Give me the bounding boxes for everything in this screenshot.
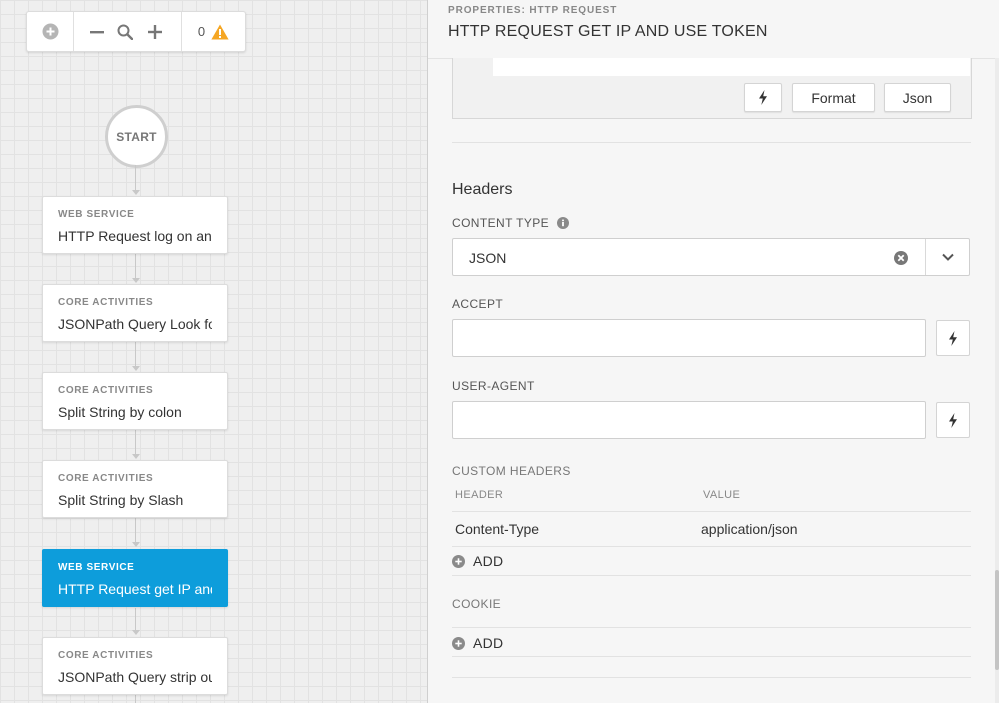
connector-arrow [132,190,140,195]
properties-panel: PROPERTIES: HTTP REQUEST HTTP REQUEST GE… [427,0,999,703]
flow-node-jsonpath-strip[interactable]: CORE ACTIVITIES JSONPath Query strip ou.… [42,637,228,695]
flow-node-split-colon[interactable]: CORE ACTIVITIES Split String by colon [42,372,228,430]
connector-line [135,430,136,455]
connector-arrow [132,366,140,371]
panel-title: HTTP REQUEST GET IP AND USE TOKEN [448,23,768,40]
add-circle-icon [452,554,465,568]
zoom-out-button[interactable] [84,12,110,51]
magnifier-icon [117,24,133,40]
start-label: START [116,129,157,144]
connector-line [135,342,136,367]
format-button[interactable]: Format [792,83,875,112]
section-divider [452,142,971,143]
lightning-icon [949,412,957,428]
column-header-header: HEADER [455,489,504,501]
node-category: WEB SERVICE [58,209,135,220]
accept-label: ACCEPT [452,297,504,311]
table-divider [452,511,971,512]
plus-icon [148,24,162,39]
node-category: CORE ACTIVITIES [58,297,154,308]
connector-arrow [132,542,140,547]
node-category: WEB SERVICE [58,562,135,573]
lightning-icon [759,90,767,105]
custom-header-value: application/json [701,521,798,537]
node-name: JSONPath Query strip ou... [58,669,212,685]
user-agent-variable-button[interactable] [936,402,970,438]
cookie-label: COOKIE [452,597,502,611]
node-category: CORE ACTIVITIES [58,650,154,661]
accept-input[interactable] [452,319,926,357]
content-type-value: JSON [469,250,507,266]
connector-line [135,695,136,703]
flow-node-http-request-get-ip[interactable]: WEB SERVICE HTTP Request get IP and ... [42,549,228,607]
zoom-in-button[interactable] [140,12,170,51]
accept-variable-button[interactable] [936,320,970,356]
add-circle-button[interactable] [27,12,73,51]
lightning-icon [949,330,957,346]
headers-section-title: Headers [452,181,513,198]
node-category: CORE ACTIVITIES [58,473,154,484]
minus-icon [90,30,104,33]
json-button[interactable]: Json [884,83,951,112]
panel-kicker: PROPERTIES: HTTP REQUEST [448,5,618,16]
zoom-reset-button[interactable] [110,12,140,51]
content-type-label-text: CONTENT TYPE [452,216,550,230]
add-label: ADD [473,553,504,569]
node-name: Split String by Slash [58,492,184,508]
connector-line [135,254,136,279]
connector-line [135,608,136,631]
node-name: Split String by colon [58,404,182,420]
table-divider [452,575,971,576]
panel-header: PROPERTIES: HTTP REQUEST HTTP REQUEST GE… [428,0,999,59]
body-variable-button[interactable] [744,83,782,112]
connector-line [135,165,136,191]
add-cookie-button[interactable]: ADD [452,635,503,651]
add-custom-header-button[interactable]: ADD [452,553,503,569]
content-type-select[interactable]: JSON [452,238,970,276]
toolbar-divider [73,12,74,51]
flow-node-jsonpath-look-for[interactable]: CORE ACTIVITIES JSONPath Query Look for.… [42,284,228,342]
flow-canvas[interactable]: 0 START WEB SERVICE HTTP Request log on … [0,0,427,703]
warnings-button[interactable]: 0 [182,12,245,51]
custom-header-name: Content-Type [455,521,540,537]
node-name: HTTP Request log on and ... [58,228,212,244]
connector-arrow [132,630,140,635]
node-category: CORE ACTIVITIES [58,385,154,396]
add-circle-icon [452,636,465,650]
add-circle-icon [42,23,58,40]
custom-headers-label: CUSTOM HEADERS [452,464,571,478]
connector-line [135,518,136,543]
table-divider [452,656,971,657]
panel-scrollbar-thumb[interactable] [995,570,999,670]
flow-node-http-request-log-on[interactable]: WEB SERVICE HTTP Request log on and ... [42,196,228,254]
info-icon[interactable] [557,217,570,229]
section-divider [452,677,971,678]
flow-node-split-slash[interactable]: CORE ACTIVITIES Split String by Slash [42,460,228,518]
warning-icon [211,24,229,39]
node-name: HTTP Request get IP and ... [58,581,212,597]
content-type-dropdown-button[interactable] [926,239,970,275]
user-agent-label: USER-AGENT [452,379,535,393]
column-header-value: VALUE [703,489,741,501]
clear-selection-icon[interactable] [894,251,908,270]
chevron-down-icon [942,253,954,261]
content-type-label: CONTENT TYPE [452,216,570,230]
canvas-toolbar: 0 [26,11,246,52]
connector-arrow [132,278,140,283]
connector-arrow [132,454,140,459]
body-editor-textarea[interactable] [493,58,970,76]
node-name: JSONPath Query Look for... [58,316,212,332]
warning-count: 0 [197,24,206,39]
start-node[interactable]: START [105,105,168,168]
user-agent-input[interactable] [452,401,926,439]
table-divider [452,627,971,628]
table-divider [452,546,971,547]
add-label: ADD [473,635,504,651]
